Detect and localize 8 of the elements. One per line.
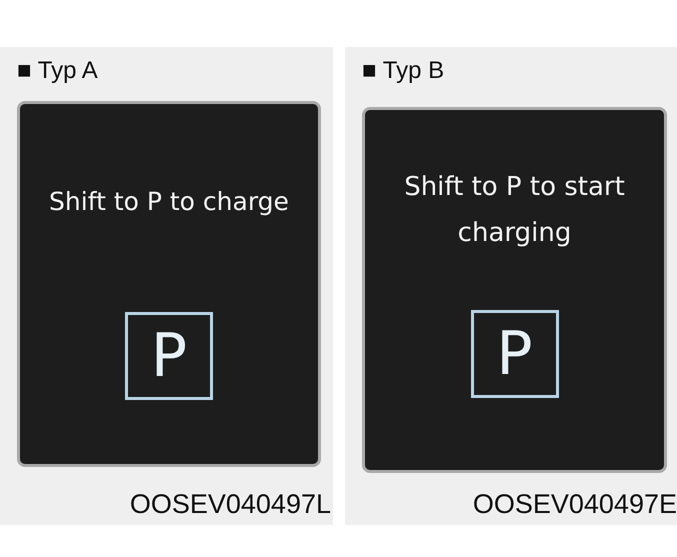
panel-label: ■ Typ B (362, 56, 446, 86)
figure-code: OOSEV040497L (130, 489, 331, 520)
gear-indicator: P (125, 312, 213, 400)
figure-code: OOSEV040497E (472, 489, 677, 520)
display-message: Shift to P to start charging (403, 171, 626, 250)
panel-label: ■ Typ A (17, 56, 99, 86)
gear-indicator: P (470, 310, 558, 398)
display-message: Shift to P to charge (48, 186, 290, 218)
